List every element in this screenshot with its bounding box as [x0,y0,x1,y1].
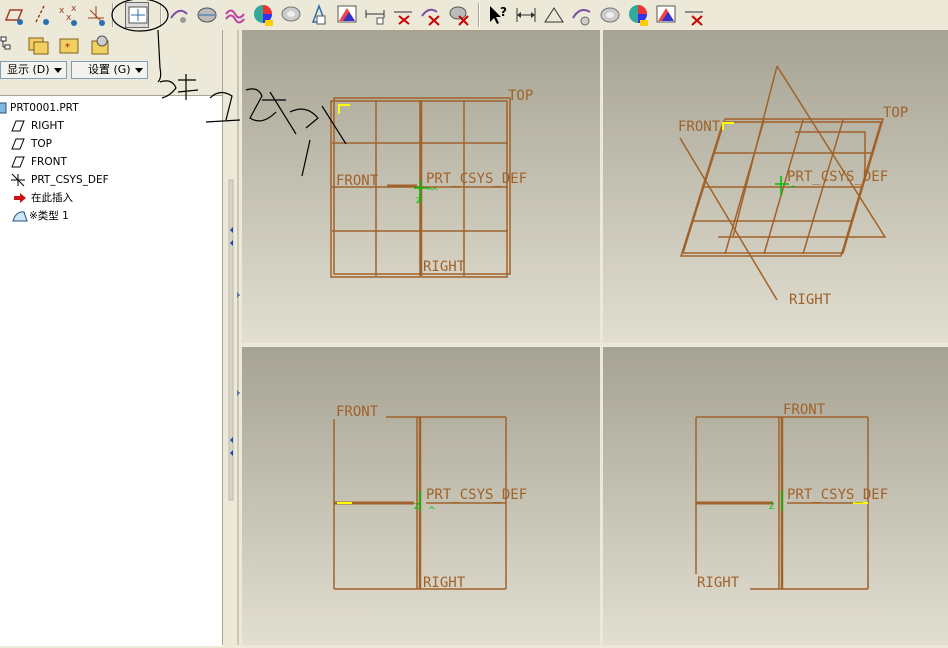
color2-icon[interactable] [626,2,650,28]
color-icon[interactable] [251,2,275,28]
main-toolbar: xxx ? [0,0,948,30]
tree-root[interactable]: PRT0001.PRT [0,99,222,117]
annotation-display-icon[interactable] [125,2,149,28]
tree-item-top[interactable]: TOP [0,135,222,153]
appearance2-icon[interactable] [654,2,678,28]
viewport-bottom-right[interactable]: Z FRONT PRT_CSYS_DEF RIGHT [603,347,948,645]
datum-planes-drawing: Z FRONT PRT_CSYS_DEF RIGHT [695,402,888,591]
appearance-icon[interactable] [335,2,359,28]
type-icon [12,209,28,223]
tree-item-type[interactable]: ※类型 1 [0,207,222,225]
part-icon [0,101,10,115]
csys-label: PRT_CSYS_DEF [787,169,888,185]
chevron-down-icon [135,68,143,73]
tree-item-label: 在此插入 [31,192,73,204]
datum-label-right: RIGHT [789,292,832,308]
tree-item-right[interactable]: RIGHT [0,117,222,135]
datum-plane-icon [10,155,26,169]
delete2-icon[interactable] [447,2,471,28]
settings-menu-label: 设置 (G) [88,63,131,76]
tree-item-front[interactable]: FRONT [0,153,222,171]
viewport-top-left[interactable]: ^ ^ Z TOP FRONT PRT_CSYS_DEF RIGHT [242,30,600,343]
datum-plane-display-icon[interactable] [2,2,26,28]
datum-label-front: FRONT [678,119,721,135]
viewport-top-right[interactable]: ^ FRONT TOP PRT_CSYS_DEF RIGHT [603,30,948,343]
viewport-bottom-left[interactable]: ^ Z FRONT PRT_CSYS_DEF RIGHT [242,347,600,645]
svg-text:Z: Z [769,502,775,511]
svg-text:x: x [59,6,65,16]
datum-label-front: FRONT [783,402,826,418]
datum-label-right: RIGHT [423,575,466,591]
shade2-icon[interactable] [598,2,622,28]
analysis-icon[interactable] [391,2,415,28]
csys-icon [10,173,26,187]
favorites-tab-icon[interactable]: * [56,33,82,57]
display-menu-button[interactable]: 显示 (D) [0,61,67,79]
connections-tab-icon[interactable] [88,33,114,57]
datum-label-right: RIGHT [423,259,466,275]
svg-text:Z: Z [414,502,420,511]
datum-label-right: RIGHT [697,575,740,591]
navigator-menubar: 显示 (D) 设置 (G) [0,59,222,81]
datum-point-display-icon[interactable]: xxx [56,2,80,28]
tree-item-label: FRONT [31,156,67,168]
folder-browser-tab-icon[interactable] [26,33,52,57]
csys-label: PRT_CSYS_DEF [426,171,527,187]
insert-arrow-icon [12,191,28,205]
shade-icon[interactable] [195,2,219,28]
svg-text:^: ^ [789,185,797,195]
datum-label-front: FRONT [336,404,379,420]
datum-planes-drawing: ^ FRONT TOP PRT_CSYS_DEF RIGHT [678,65,908,308]
tree-item-label: TOP [31,138,53,150]
measure-icon[interactable] [363,2,387,28]
panel-splitter[interactable] [222,30,241,645]
tree-item-label: ※类型 1 [29,210,69,222]
navigator-tabs: * [0,31,222,58]
tree-root-label: PRT0001.PRT [10,102,79,114]
svg-text:*: * [65,42,70,53]
datum-plane-icon [10,119,26,133]
tree-item-label: PRT_CSYS_DEF [31,174,109,186]
datum-planes-drawing: ^ Z FRONT PRT_CSYS_DEF RIGHT [333,404,527,591]
tree-item-csys[interactable]: PRT_CSYS_DEF [0,171,222,189]
datum-planes-drawing: ^ ^ Z TOP FRONT PRT_CSYS_DEF RIGHT [330,88,533,278]
csys-label: PRT_CSYS_DEF [787,487,888,503]
datum-label-front: FRONT [336,173,379,189]
model-tree: PRT0001.PRT RIGHT TOP FRONT PRT_CSYS_DEF… [0,95,222,646]
display-menu-label: 显示 (D) [7,63,50,76]
help-icon[interactable]: ? [486,2,510,28]
datum-axis-display-icon[interactable] [28,2,52,28]
reference-icon[interactable] [570,2,594,28]
csys-label: PRT_CSYS_DEF [426,487,527,503]
ruler-icon[interactable] [542,2,566,28]
tree-item-label: RIGHT [31,120,64,132]
model-tree-icon[interactable] [307,2,331,28]
curve-icon[interactable] [223,2,247,28]
settings-menu-button[interactable]: 设置 (G) [71,61,148,79]
style-icon[interactable] [167,2,191,28]
svg-text:?: ? [500,5,507,19]
svg-text:x: x [66,13,72,23]
datum-plane-icon [10,137,26,151]
tree-item-insert-here[interactable]: 在此插入 [0,189,222,207]
svg-text:Z: Z [416,196,422,205]
dimension-icon[interactable] [514,2,538,28]
datum-label-top: TOP [508,88,533,104]
measure2-icon[interactable] [682,2,706,28]
datum-label-top: TOP [883,105,908,121]
render-icon[interactable] [279,2,303,28]
delete-icon[interactable] [419,2,443,28]
chevron-down-icon [54,68,62,73]
svg-text:x: x [71,4,77,14]
svg-text:^: ^ [428,506,436,516]
coordinate-system-display-icon[interactable] [84,2,108,28]
model-tree-tab-icon[interactable] [0,33,26,57]
svg-text:^: ^ [431,187,439,197]
